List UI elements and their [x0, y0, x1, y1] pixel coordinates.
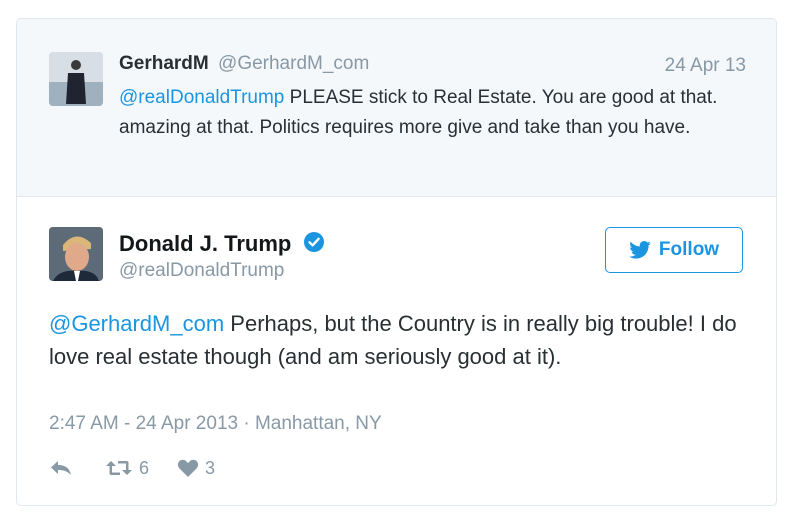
author-handle[interactable]: @realDonaldTrump — [119, 260, 284, 282]
like-count: 3 — [205, 457, 216, 478]
retweet-button[interactable]: 6 — [105, 458, 149, 479]
heart-icon — [177, 459, 199, 477]
parent-tweet-text: @realDonaldTrump PLEASE stick to Real Es… — [119, 83, 759, 143]
tweet-mention-link[interactable]: @GerhardM_com — [49, 311, 224, 336]
verified-badge-icon — [304, 232, 325, 252]
embedded-tweet-card: GerhardM @GerhardM_com 24 Apr 13 @realDo… — [16, 18, 777, 506]
like-button[interactable]: 3 — [177, 458, 215, 479]
tweet-timestamp-location[interactable]: 2:47 AM - 24 Apr 2013 · Manhattan, NY — [49, 413, 382, 435]
follow-label: Follow — [658, 239, 720, 260]
parent-tweet[interactable]: GerhardM @GerhardM_com 24 Apr 13 @realDo… — [17, 19, 776, 197]
tweet-text: @GerhardM_com Perhaps, but the Country i… — [49, 307, 739, 373]
parent-mention-link[interactable]: @realDonaldTrump — [119, 87, 284, 108]
tweet-actions: 6 3 — [49, 455, 215, 481]
author-avatar[interactable] — [49, 227, 103, 281]
follow-button[interactable]: Follow — [605, 227, 743, 273]
parent-avatar[interactable] — [49, 52, 103, 106]
parent-author[interactable]: GerhardM @GerhardM_com — [119, 53, 369, 75]
reply-icon — [51, 461, 71, 475]
retweet-count: 6 — [139, 457, 150, 478]
reply-button[interactable] — [49, 458, 73, 478]
retweet-icon — [106, 461, 132, 475]
parent-date[interactable]: 24 Apr 13 — [665, 55, 746, 77]
author-name-row[interactable]: Donald J. Trump — [119, 231, 325, 257]
parent-author-name[interactable]: GerhardM — [119, 53, 209, 74]
parent-author-handle[interactable]: @GerhardM_com — [218, 53, 369, 74]
twitter-bird-icon — [629, 241, 651, 259]
author-name[interactable]: Donald J. Trump — [119, 231, 291, 256]
